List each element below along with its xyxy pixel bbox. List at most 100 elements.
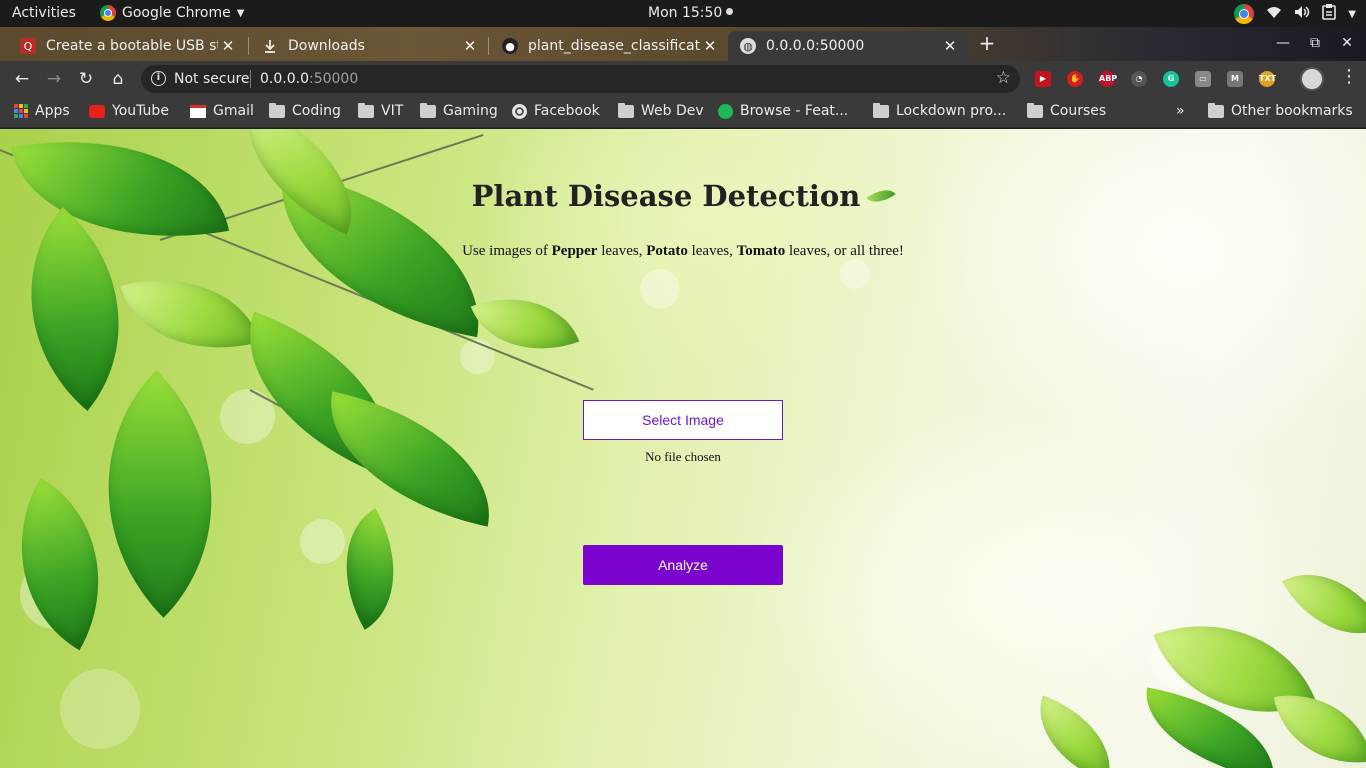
tab-github[interactable]: ● plant_disease_classificati ✕ <box>490 31 728 61</box>
notification-dot <box>726 8 734 15</box>
volume-icon <box>1294 5 1310 23</box>
bookmark-folder-webdev[interactable]: Web Dev <box>618 102 704 119</box>
file-status: No file chosen <box>645 449 721 464</box>
plant-name-potato: Potato <box>646 243 688 259</box>
clock[interactable]: Mon 15:50 <box>648 5 734 21</box>
tab-downloads[interactable]: Downloads ✕ <box>250 31 488 61</box>
bookmark-apps[interactable]: Apps <box>14 103 70 119</box>
extension-screen-icon[interactable]: ▭ <box>1195 71 1211 87</box>
back-button[interactable]: ← <box>10 68 34 90</box>
folder-icon <box>618 102 634 118</box>
more-menu-icon[interactable]: ⋮ <box>1340 66 1358 87</box>
extension-red-icon[interactable]: ▶ <box>1035 71 1051 87</box>
bookmark-label: YouTube <box>112 103 169 119</box>
bookmark-label: Apps <box>35 103 70 119</box>
tab-active-localhost[interactable]: ◍ 0.0.0.0:50000 ✕ <box>728 31 968 61</box>
forward-button[interactable]: → <box>42 68 66 90</box>
app-menu-label: Google Chrome <box>122 5 231 21</box>
url-host: 0.0.0.0 <box>260 71 309 87</box>
extension-badge-icon[interactable]: ◔ <box>1131 71 1147 87</box>
profile-avatar[interactable] <box>1300 67 1324 91</box>
bookmarks-overflow-button[interactable]: » <box>1176 103 1185 119</box>
url-text[interactable]: 0.0.0.0:50000 <box>260 71 358 87</box>
adblock-plus-icon[interactable]: ABP <box>1099 71 1117 87</box>
subtitle-text: leaves, <box>687 243 737 259</box>
security-label[interactable]: Not secure <box>174 71 250 87</box>
tab-quora[interactable]: Q Create a bootable USB sti ✕ <box>8 31 246 61</box>
analyze-button[interactable]: Analyze <box>583 545 783 585</box>
tab-title: Create a bootable USB sti <box>46 38 218 54</box>
bookmarks-bar: Apps YouTube Gmail Coding VIT Gaming Fac… <box>0 97 1366 128</box>
page-title: Plant Disease Detection <box>0 179 1366 213</box>
close-icon[interactable]: ✕ <box>940 37 960 55</box>
chrome-tray-icon[interactable] <box>1234 4 1255 24</box>
quora-icon: Q <box>20 38 36 54</box>
other-bookmarks[interactable]: Other bookmarks <box>1208 102 1353 119</box>
tab-separator <box>488 37 489 55</box>
clock-label: Mon 15:50 <box>648 5 723 21</box>
bookmark-youtube[interactable]: YouTube <box>89 103 169 119</box>
bookmark-folder-vit[interactable]: VIT <box>358 102 404 119</box>
chevron-down-icon: ▼ <box>236 7 245 19</box>
subtitle-text: leaves, or all three! <box>785 243 904 259</box>
page-title-text: Plant Disease Detection <box>471 179 861 213</box>
window-close-button[interactable]: ✕ <box>1338 35 1356 51</box>
close-icon[interactable]: ✕ <box>700 37 720 55</box>
bookmark-folder-courses[interactable]: Courses <box>1027 102 1107 119</box>
url-port: :50000 <box>308 71 359 87</box>
github-icon: ● <box>502 38 518 54</box>
bookmark-spotify[interactable]: Browse - Feat... <box>718 103 848 119</box>
leaf-icon <box>866 182 897 210</box>
plant-name-pepper: Pepper <box>551 243 598 259</box>
extension-stop-icon[interactable]: ✋ <box>1067 71 1083 87</box>
activities-button[interactable]: Activities <box>12 5 76 21</box>
folder-icon <box>420 102 436 118</box>
bookmark-label: Browse - Feat... <box>740 103 849 119</box>
overflow-chevron-icon: » <box>1176 103 1185 119</box>
folder-icon <box>1027 102 1043 118</box>
bookmark-label: Facebook <box>534 103 600 119</box>
close-icon[interactable]: ✕ <box>218 37 238 55</box>
app-menu[interactable]: Google Chrome ▼ <box>100 5 244 21</box>
folder-icon <box>873 102 889 118</box>
close-icon[interactable]: ✕ <box>460 37 480 55</box>
folder-icon <box>1208 102 1224 118</box>
info-icon[interactable]: i <box>151 71 166 86</box>
globe-icon <box>512 103 527 119</box>
address-bar[interactable]: i Not secure 0.0.0.0:50000 ☆ <box>141 65 1020 93</box>
minimize-button[interactable]: — <box>1274 35 1292 51</box>
grammarly-icon[interactable]: G <box>1163 71 1179 87</box>
bookmark-folder-gaming[interactable]: Gaming <box>420 102 498 119</box>
bookmark-label: VIT <box>381 103 404 119</box>
new-tab-button[interactable]: + <box>976 33 998 55</box>
wifi-icon <box>1266 5 1282 23</box>
bookmark-star-icon[interactable]: ☆ <box>996 68 1011 88</box>
bookmark-facebook[interactable]: Facebook <box>512 103 600 119</box>
bookmark-folder-lockdown[interactable]: Lockdown pro... <box>873 102 1007 119</box>
system-top-bar: Activities Google Chrome ▼ Mon 15:50 ▼ <box>0 0 1366 27</box>
tab-title: Downloads <box>288 38 365 54</box>
select-image-button[interactable]: Select Image <box>583 400 783 440</box>
reload-button[interactable]: ↻ <box>74 68 98 90</box>
system-tray[interactable]: ▼ <box>1234 4 1356 24</box>
download-icon <box>262 38 278 54</box>
bookmark-label: Courses <box>1050 103 1107 119</box>
globe-icon: ◍ <box>740 38 756 54</box>
extension-txt-icon[interactable]: TXT <box>1259 71 1276 87</box>
folder-icon <box>269 102 285 118</box>
bookmark-label: Web Dev <box>641 103 704 119</box>
bookmark-label: Lockdown pro... <box>896 103 1007 119</box>
chrome-icon <box>100 5 116 21</box>
tab-strip: Q Create a bootable USB sti ✕ Downloads … <box>0 27 1366 61</box>
browser-toolbar: ← → ↻ ⌂ i Not secure 0.0.0.0:50000 ☆ ▶ ✋… <box>0 61 1366 97</box>
plant-name-tomato: Tomato <box>736 243 786 259</box>
maximize-button[interactable]: ⧉ <box>1306 35 1324 51</box>
extension-m-icon[interactable]: M <box>1227 71 1243 87</box>
spotify-icon <box>718 103 733 119</box>
bookmark-gmail[interactable]: Gmail <box>190 103 254 119</box>
bookmark-folder-coding[interactable]: Coding <box>269 102 341 119</box>
home-button[interactable]: ⌂ <box>106 68 130 90</box>
bookmark-label: Gaming <box>443 103 498 119</box>
tab-title: plant_disease_classificati <box>528 38 700 54</box>
clipboard-icon <box>1322 4 1337 24</box>
